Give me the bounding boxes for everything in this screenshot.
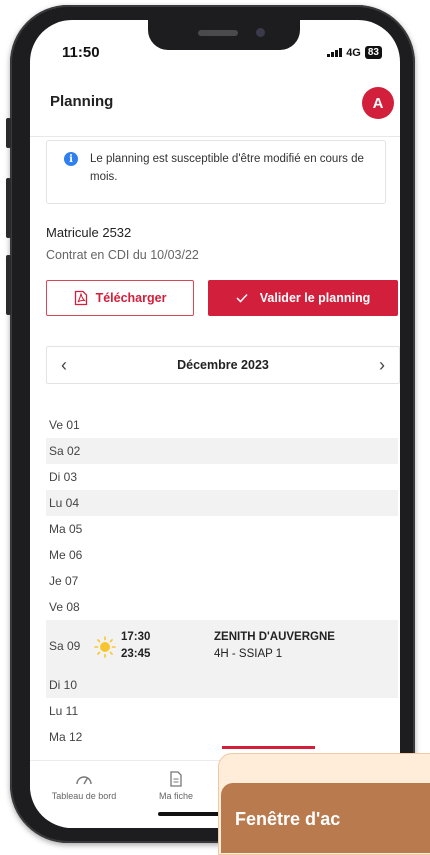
nav-profile[interactable]: Ma fiche [136, 771, 216, 802]
overlay-caption-text: Fenêtre d'ac [235, 809, 341, 829]
overlay-caption: Fenêtre d'ac [221, 783, 430, 853]
shift-end: 23:45 [121, 648, 151, 660]
day-row[interactable]: Ve 01 [46, 412, 398, 438]
day-row[interactable]: Lu 11 [46, 698, 398, 724]
validate-label: Valider le planning [259, 291, 371, 305]
avatar[interactable]: A [362, 87, 394, 119]
day-label: Sa 09 [49, 639, 81, 653]
day-row[interactable]: Di 03 [46, 464, 398, 490]
phone-volume-down [6, 255, 11, 315]
day-label: Je 07 [49, 574, 79, 588]
document-icon [170, 771, 182, 787]
sun-icon [94, 636, 116, 658]
month-label: Décembre 2023 [177, 358, 269, 372]
day-label: Lu 04 [49, 496, 80, 510]
day-row[interactable]: Sa 02 [46, 438, 398, 464]
phone-screen: 11:50 4G 83 Planning A i Le planning est… [30, 20, 400, 828]
phone-volume-up [6, 178, 11, 238]
gauge-icon [76, 776, 92, 785]
matricule: Matricule 2532 [46, 225, 132, 240]
signal-icon [327, 48, 343, 57]
day-label: Di 10 [49, 678, 78, 692]
day-row[interactable]: Je 07 [46, 568, 398, 594]
day-label: Sa 02 [49, 444, 81, 458]
front-camera [256, 28, 265, 37]
shift-detail: 4H - SSIAP 1 [214, 648, 283, 660]
shift-place: ZENITH D'AUVERGNE [214, 631, 335, 643]
day-label: Ve 08 [49, 600, 80, 614]
month-navigator: ‹ Décembre 2023 › [46, 346, 400, 384]
status-time: 11:50 [62, 44, 100, 61]
day-label: Ma 12 [49, 730, 83, 744]
shift-start: 17:30 [121, 631, 151, 643]
day-label: Ma 05 [49, 522, 83, 536]
info-icon: i [64, 152, 78, 166]
day-row[interactable]: Di 10 [46, 672, 398, 698]
chevron-right-icon[interactable]: › [379, 355, 385, 376]
speaker-grille [198, 30, 238, 36]
info-banner: i Le planning est susceptible d'être mod… [46, 140, 386, 204]
network-label: 4G [346, 46, 361, 59]
battery-icon: 83 [364, 46, 382, 59]
contract-info: Contrat en CDI du 10/03/22 [46, 248, 199, 262]
day-label: Di 03 [49, 470, 78, 484]
pdf-icon [74, 290, 87, 306]
validate-planning-button[interactable]: Valider le planning [208, 280, 398, 316]
download-button[interactable]: Télécharger [46, 280, 194, 316]
day-row-with-shift[interactable]: Sa 09 17:30 23:45 ZENITH D'AUVERGNE 4H -… [46, 620, 398, 672]
shift-times: 17:30 23:45 [121, 629, 150, 663]
nav-dashboard-label: Tableau de bord [51, 791, 117, 801]
day-row[interactable]: Ma 05 [46, 516, 398, 542]
day-row[interactable]: Ve 08 [46, 594, 398, 620]
status-indicators: 4G 83 [327, 46, 382, 59]
page-title: Planning [50, 93, 114, 110]
nav-profile-label: Ma fiche [158, 791, 193, 801]
nav-dashboard[interactable]: Tableau de bord [44, 771, 124, 802]
day-label: Me 06 [49, 548, 83, 562]
download-label: Télécharger [95, 291, 167, 305]
check-icon [236, 293, 248, 303]
day-label: Ve 01 [49, 418, 80, 432]
day-row[interactable]: Me 06 [46, 542, 398, 568]
info-banner-text: Le planning est susceptible d'être modif… [90, 153, 364, 183]
shift-location: ZENITH D'AUVERGNE 4H - SSIAP 1 [214, 629, 335, 663]
popup-accent-bar [222, 746, 315, 749]
day-row[interactable]: Lu 04 [46, 490, 398, 516]
day-list: Ve 01 Sa 02 Di 03 Lu 04 Ma 05 Me 06 Je 0… [46, 412, 398, 750]
notch [148, 20, 300, 50]
phone-silent-switch [6, 118, 11, 148]
header-divider [30, 136, 400, 137]
day-label: Lu 11 [49, 704, 79, 718]
